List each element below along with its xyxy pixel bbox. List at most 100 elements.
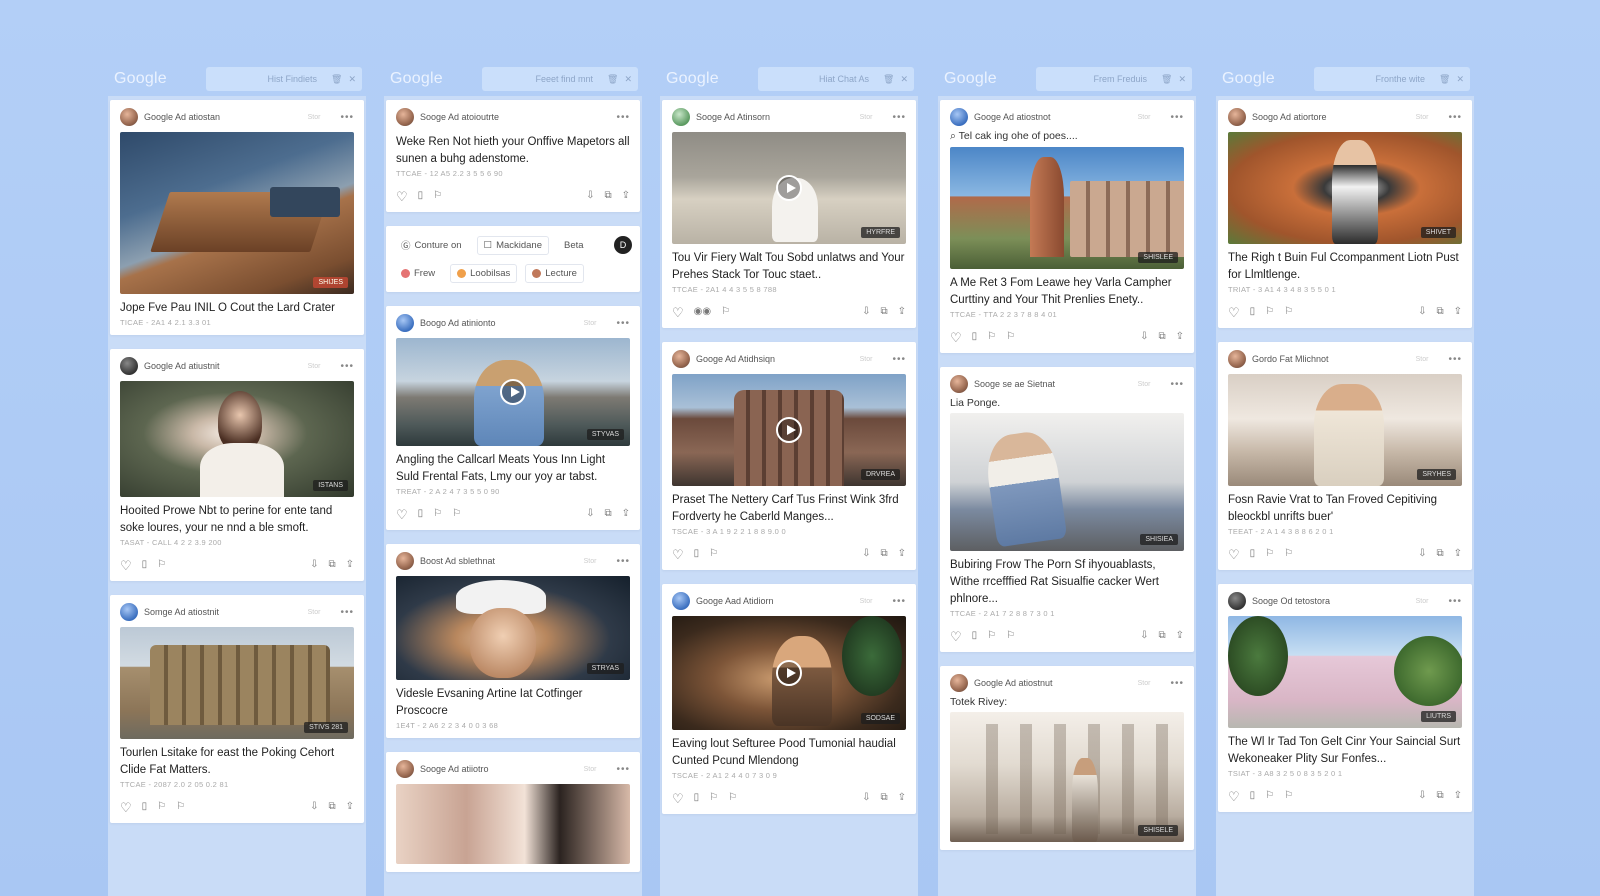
more-options-icon[interactable]: •••	[340, 361, 354, 372]
more-options-icon[interactable]: •••	[340, 112, 354, 123]
share-icon[interactable]: ⇪	[898, 549, 906, 559]
copy-icon[interactable]: ⧉	[1436, 791, 1443, 801]
ad-card[interactable]: Boost Ad sblethnat Stor ••• STRYAS Vides…	[386, 544, 640, 738]
ad-card[interactable]: Google Ad atiostnut Stor ••• Totek Rivey…	[940, 666, 1194, 850]
flag-icon[interactable]: ⚐	[1284, 549, 1293, 559]
play-icon[interactable]	[500, 379, 526, 405]
thumb-icon[interactable]: ⇩	[1418, 791, 1426, 801]
ad-card[interactable]: Gordo Fat Mlichnot Stor ••• SRYHES Fosn …	[1218, 342, 1472, 570]
heart-icon[interactable]: ♡	[396, 508, 408, 521]
heart-icon[interactable]: ♡	[672, 792, 684, 805]
more-options-icon[interactable]: •••	[1170, 112, 1184, 123]
more-options-icon[interactable]: •••	[1170, 379, 1184, 390]
more-options-icon[interactable]: •••	[1448, 112, 1462, 123]
copy-icon[interactable]: ⧉	[1436, 549, 1443, 559]
post-snippet[interactable]: Totek Rivey:	[950, 696, 1184, 708]
flag-icon[interactable]: ⚐	[987, 332, 996, 342]
flag-icon[interactable]: ⚐	[157, 802, 166, 812]
copy-icon[interactable]: ⧉	[880, 549, 887, 559]
ad-card[interactable]: Google Ad atiostan Stor ••• SHIJES Jope …	[110, 100, 364, 335]
play-icon[interactable]	[776, 660, 802, 686]
trash-icon[interactable]: 🗑	[1439, 74, 1450, 85]
close-icon[interactable]: ✕	[900, 74, 908, 85]
heart-icon[interactable]: ♡	[120, 801, 132, 814]
ad-card[interactable]: Boogo Ad atinionto Stor ••• STYVAS Angli…	[386, 306, 640, 530]
copy-icon[interactable]: ⧉	[328, 560, 335, 570]
more-options-icon[interactable]: •••	[616, 764, 630, 775]
bookmark-icon[interactable]: ▯	[142, 802, 148, 812]
copy-icon[interactable]: ⧉	[1158, 631, 1165, 641]
ad-card[interactable]: Sooge Od tetostora Stor ••• LIUTRS The W…	[1218, 584, 1472, 812]
share-icon[interactable]: ⇪	[346, 802, 354, 812]
close-icon[interactable]: ✕	[1178, 74, 1186, 85]
share-icon[interactable]: ⇪	[346, 560, 354, 570]
trash-icon[interactable]: 🗑	[1161, 74, 1172, 85]
thumb-icon[interactable]: ⇩	[586, 191, 594, 201]
more-options-icon[interactable]: •••	[892, 354, 906, 365]
share-icon[interactable]: ⇪	[622, 509, 630, 519]
ad-image[interactable]: SRYHES	[1228, 374, 1462, 486]
flag-icon[interactable]: ⚐	[1265, 791, 1274, 801]
copy-icon[interactable]: ⧉	[1158, 332, 1165, 342]
ad-title[interactable]: The Wl Ir Tad Ton Gelt Cinr Your Saincia…	[1228, 734, 1462, 768]
flag-icon[interactable]: ⚐	[452, 509, 461, 519]
bookmark-icon[interactable]: ▯	[1250, 549, 1256, 559]
share-icon[interactable]: ⇪	[1454, 791, 1462, 801]
flag-icon[interactable]: ⚐	[1265, 307, 1274, 317]
copy-icon[interactable]: ⧉	[328, 802, 335, 812]
ad-image[interactable]: ISTANS	[120, 381, 354, 497]
more-options-icon[interactable]: •••	[1448, 354, 1462, 365]
thumb-icon[interactable]: ⇩	[862, 307, 870, 317]
flag-icon[interactable]: ⚐	[728, 793, 737, 803]
copy-icon[interactable]: ⧉	[604, 191, 611, 201]
flag-icon[interactable]: ⚐	[157, 560, 166, 570]
close-icon[interactable]: ✕	[348, 74, 356, 85]
ad-title[interactable]: Weke Ren Not hieth your Onffive Mapetors…	[396, 134, 630, 168]
ad-card[interactable]: Somge Ad atiostnit Stor ••• STIVS 281 To…	[110, 595, 364, 823]
play-icon[interactable]	[776, 417, 802, 443]
ad-title[interactable]: Eaving lout Sefturee Pood Tumonial haudi…	[672, 736, 906, 770]
thumb-icon[interactable]: ⇩	[862, 793, 870, 803]
thumb-icon[interactable]: ⇩	[586, 509, 594, 519]
more-options-icon[interactable]: •••	[1170, 678, 1184, 689]
flag-icon[interactable]: ⚐	[1284, 791, 1293, 801]
ad-card[interactable]: Sooge Ad Atinsorn Stor ••• HYRFRE Tou Vi…	[662, 100, 916, 328]
ad-card[interactable]: Google Ad atiustnit Stor ••• ISTANS Hooi…	[110, 349, 364, 581]
ad-image[interactable]: SHISIEA	[950, 413, 1184, 551]
column-search-bar[interactable]: Hist Findiets 🗑 ✕	[206, 67, 362, 91]
heart-icon[interactable]: ♡	[396, 190, 408, 203]
ad-title[interactable]: Hooited Prowe Nbt to perine for ente tan…	[120, 503, 354, 537]
bookmark-icon[interactable]: ▯	[972, 332, 978, 342]
ad-image[interactable]	[396, 784, 630, 864]
ad-card[interactable]: Googe Ad Atidhsiqn Stor ••• DRVREA Prase…	[662, 342, 916, 570]
bookmark-icon[interactable]: ▯	[972, 631, 978, 641]
share-icon[interactable]: ⇪	[1176, 631, 1184, 641]
ad-card[interactable]: Sooge Ad atoioutrte ••• Weke Ren Not hie…	[386, 100, 640, 212]
bookmark-icon[interactable]: ▯	[1250, 307, 1256, 317]
thumb-icon[interactable]: ⇩	[862, 549, 870, 559]
chip-mackidane[interactable]: ☐ Mackidane	[476, 235, 550, 255]
heart-icon[interactable]: ♡	[672, 548, 684, 561]
ad-title[interactable]: Angling the Callcarl Meats Yous Inn Ligh…	[396, 452, 630, 486]
ad-image[interactable]: SHIVET	[1228, 132, 1462, 244]
reactions-icon[interactable]: ◉◉	[694, 307, 711, 317]
copy-icon[interactable]: ⧉	[1436, 307, 1443, 317]
chip-loobilsas[interactable]: Loobilsas	[450, 263, 518, 283]
heart-icon[interactable]: ♡	[672, 306, 684, 319]
more-options-icon[interactable]: •••	[616, 112, 630, 123]
flag-icon[interactable]: ⚐	[1006, 332, 1015, 342]
share-icon[interactable]: ⇪	[898, 307, 906, 317]
flag-icon[interactable]: ⚐	[433, 191, 442, 201]
thumb-icon[interactable]: ⇩	[310, 560, 318, 570]
flag-icon[interactable]: ⚐	[176, 802, 185, 812]
ad-title[interactable]: Fosn Ravie Vrat to Tan Froved Cepitiving…	[1228, 492, 1462, 526]
more-options-icon[interactable]: •••	[616, 556, 630, 567]
column-search-bar[interactable]: Hiat Chat As 🗑 ✕	[758, 67, 914, 91]
heart-icon[interactable]: ♡	[950, 630, 962, 643]
ad-image[interactable]: LIUTRS	[1228, 616, 1462, 728]
share-icon[interactable]: ⇪	[622, 191, 630, 201]
search-snippet[interactable]: ⌕ Tel cak ing ohe of poes....	[950, 130, 1184, 143]
share-icon[interactable]: ⇪	[1454, 549, 1462, 559]
ad-image[interactable]: STRYAS	[396, 576, 630, 680]
share-icon[interactable]: ⇪	[1176, 332, 1184, 342]
